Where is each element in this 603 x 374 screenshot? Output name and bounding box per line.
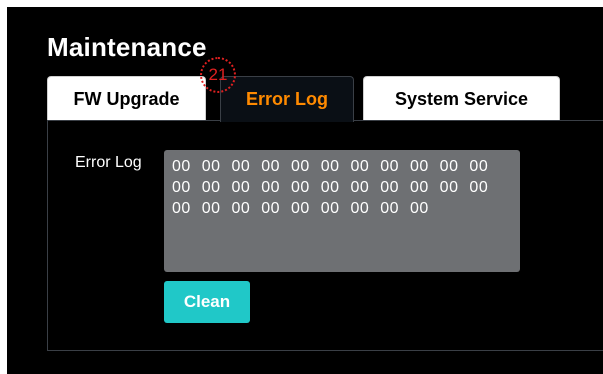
tab-system-service[interactable]: System Service [363, 76, 560, 120]
clean-button[interactable]: Clean [164, 281, 250, 323]
page-title: Maintenance [47, 32, 207, 62]
panel-border [47, 120, 48, 351]
annotation-marker: 21 [200, 57, 236, 93]
tab-error-log[interactable]: Error Log [220, 76, 354, 122]
error-log-textarea[interactable]: 00 00 00 00 00 00 00 00 00 00 00 00 00 0… [164, 150, 520, 272]
tab-divider [354, 120, 603, 121]
error-log-label: Error Log [75, 154, 142, 171]
tab-divider [47, 120, 220, 121]
tab-fw-upgrade[interactable]: FW Upgrade [47, 76, 206, 120]
panel-border [47, 350, 603, 351]
